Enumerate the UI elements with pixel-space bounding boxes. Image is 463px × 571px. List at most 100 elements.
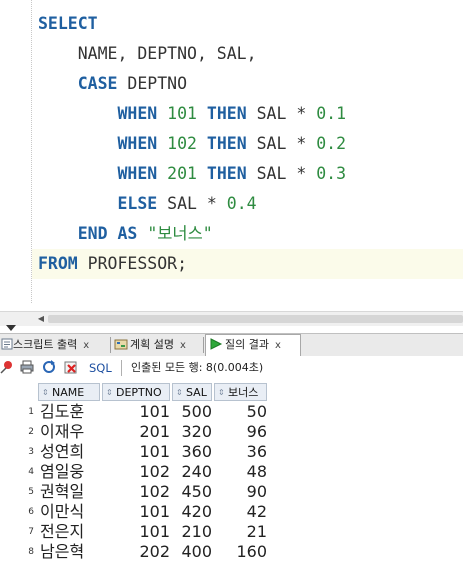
cell-name[interactable]: 이만식 — [40, 502, 102, 522]
tab-explain-plan-label: 계획 설명 — [130, 338, 174, 351]
refresh-icon[interactable] — [42, 360, 56, 374]
sort-icon: ⇕ — [176, 388, 183, 397]
code-line[interactable]: CASE DEPTNO — [38, 69, 187, 99]
code-line[interactable]: SELECT — [38, 9, 98, 39]
tab-script-output-label: 스크립트 출력 — [13, 338, 78, 351]
code-line[interactable]: WHEN 101 THEN SAL * 0.1 — [38, 99, 346, 129]
fetch-status: 인출된 모든 행: 8(0.004초) — [131, 361, 264, 374]
column-header-sal[interactable]: ⇕ SAL — [172, 383, 212, 401]
cell-bonus[interactable]: 21 — [214, 522, 267, 542]
tab-script-output[interactable]: 스크립트 출력 x — [0, 335, 89, 355]
cell-deptno[interactable]: 102 — [102, 462, 170, 482]
cell-sal[interactable]: 420 — [172, 502, 212, 522]
tab-divider — [110, 337, 111, 353]
code-line[interactable]: FROM PROFESSOR; — [38, 249, 187, 279]
sql-keyword: AS — [117, 224, 138, 243]
sql-keyword: SELECT — [38, 14, 98, 33]
sql-text: SAL * — [246, 164, 317, 183]
close-icon[interactable]: x — [83, 340, 89, 351]
sql-literal: 201 — [167, 164, 197, 183]
row-number: 1 — [28, 407, 34, 417]
sort-icon: ⇕ — [106, 388, 113, 397]
code-line[interactable]: WHEN 201 THEN SAL * 0.3 — [38, 159, 346, 189]
row-number: 6 — [28, 507, 34, 517]
column-header-deptno[interactable]: ⇕ DEPTNO — [102, 383, 170, 401]
code-line[interactable]: ELSE SAL * 0.4 — [38, 189, 256, 219]
cell-deptno[interactable]: 201 — [102, 422, 170, 442]
pin-icon[interactable] — [0, 360, 14, 374]
cell-deptno[interactable]: 102 — [102, 482, 170, 502]
cell-bonus[interactable]: 50 — [214, 402, 267, 422]
sql-keyword: WHEN — [117, 164, 158, 183]
column-header-bonus[interactable]: ⇕ 보너스 — [214, 383, 267, 401]
sql-literal: 0.3 — [316, 164, 347, 183]
cell-bonus[interactable]: 96 — [214, 422, 267, 442]
sql-keyword: THEN — [206, 134, 247, 153]
sql-literal: 101 — [167, 104, 197, 123]
scroll-left-arrow-icon[interactable]: ◀ — [36, 314, 46, 324]
sql-keyword: CASE — [77, 74, 118, 93]
sql-button[interactable]: SQL — [89, 360, 112, 376]
cell-bonus[interactable]: 48 — [214, 462, 267, 482]
code-line[interactable]: WHEN 102 THEN SAL * 0.2 — [38, 129, 346, 159]
row-number: 3 — [28, 447, 34, 457]
cell-sal[interactable]: 360 — [172, 442, 212, 462]
cell-sal[interactable]: 400 — [172, 542, 212, 562]
tab-explain-plan[interactable]: 계획 설명 x — [114, 335, 186, 355]
print-icon[interactable] — [20, 360, 34, 374]
cell-bonus[interactable]: 36 — [214, 442, 267, 462]
sql-literal: "보너스" — [147, 224, 213, 243]
column-header-name[interactable]: ⇕ NAME — [38, 383, 100, 401]
cell-deptno[interactable]: 202 — [102, 542, 170, 562]
code-line[interactable]: NAME, DEPTNO, SAL, — [38, 39, 257, 69]
cell-name[interactable]: 전은지 — [40, 522, 102, 542]
sort-icon: ⇕ — [218, 388, 225, 397]
cell-sal[interactable]: 500 — [172, 402, 212, 422]
sql-editor[interactable]: SELECT NAME, DEPTNO, SAL, CASE DEPTNO WH… — [0, 0, 463, 310]
cancel-icon[interactable] — [64, 360, 78, 374]
collapse-panel-icon[interactable] — [6, 325, 16, 331]
sql-literal: 0.1 — [316, 104, 347, 123]
sql-keyword: THEN — [206, 164, 247, 183]
code-line[interactable]: END AS "보너스" — [38, 219, 213, 249]
scrollbar-thumb[interactable] — [48, 315, 463, 323]
close-icon[interactable]: x — [180, 340, 186, 351]
cell-name[interactable]: 염일웅 — [40, 462, 102, 482]
cell-deptno[interactable]: 101 — [102, 502, 170, 522]
sql-literal: 102 — [167, 134, 197, 153]
row-number: 5 — [28, 487, 34, 497]
cell-sal[interactable]: 450 — [172, 482, 212, 502]
sql-keyword: WHEN — [117, 104, 158, 123]
cell-bonus[interactable]: 160 — [214, 542, 267, 562]
cell-deptno[interactable]: 101 — [102, 442, 170, 462]
cell-name[interactable]: 김도훈 — [40, 402, 102, 422]
editor-horizontal-scrollbar[interactable]: ◀ — [0, 311, 463, 326]
cell-name[interactable]: 이재우 — [40, 422, 102, 442]
cell-name[interactable]: 성연희 — [40, 442, 102, 462]
cell-name[interactable]: 권혁일 — [40, 482, 102, 502]
cell-sal[interactable]: 320 — [172, 422, 212, 442]
close-icon[interactable]: x — [275, 340, 281, 351]
row-number: 2 — [28, 427, 34, 437]
sql-text: SAL * — [246, 134, 317, 153]
cell-name[interactable]: 남은혁 — [40, 542, 102, 562]
sql-text: PROFESSOR; — [77, 254, 188, 273]
sql-keyword: THEN — [206, 104, 247, 123]
cell-deptno[interactable]: 101 — [102, 522, 170, 542]
cell-bonus[interactable]: 42 — [214, 502, 267, 522]
cell-sal[interactable]: 210 — [172, 522, 212, 542]
cell-deptno[interactable]: 101 — [102, 402, 170, 422]
tab-divider — [203, 337, 204, 353]
sql-text: SAL * — [157, 194, 227, 213]
cell-sal[interactable]: 240 — [172, 462, 212, 482]
tab-query-result[interactable]: 질의 결과 x — [205, 334, 301, 357]
cell-bonus[interactable]: 90 — [214, 482, 267, 502]
